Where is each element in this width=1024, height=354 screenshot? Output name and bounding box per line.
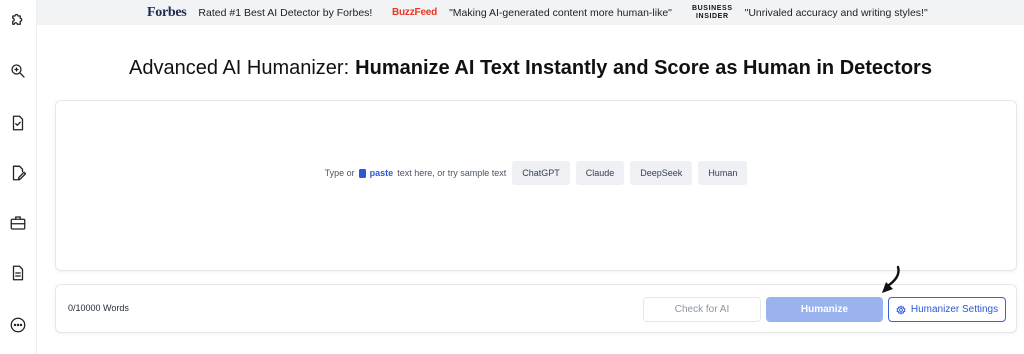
sample-human-button[interactable]: Human [698,161,748,185]
sample-chatgpt-button[interactable]: ChatGPT [512,161,570,185]
humanize-button[interactable]: Humanize [766,297,883,322]
buzzfeed-logo: BuzzFeed [392,7,438,18]
prompt-after: text here, or try sample text [397,168,507,178]
sample-claude-button[interactable]: Claude [575,161,625,185]
check-for-ai-button[interactable]: Check for AI [643,297,761,322]
humanizer-settings-button[interactable]: Humanizer Settings [888,297,1006,322]
more-icon[interactable] [9,316,27,334]
page-title-lead: Advanced AI Humanizer: [129,57,350,79]
word-count: 0/10000 Words [68,303,129,313]
gear-icon [896,304,906,315]
editor-placeholder-row: Type or paste text here, or try sample t… [56,161,1016,185]
action-bar: 0/10000 Words Check for AI Humanize Huma… [55,284,1017,333]
page-title: Advanced AI Humanizer: Humanize AI Text I… [37,57,1024,80]
sidebar [0,0,37,354]
business-insider-quote: "Unrivaled accuracy and writing styles!" [744,6,928,19]
document-lines-icon[interactable] [9,264,27,282]
document-check-icon[interactable] [9,114,27,132]
puzzle-icon[interactable] [9,10,27,28]
press-business-insider: BUSINESS INSIDER "Unrivaled accuracy and… [692,0,928,25]
business-insider-logo: BUSINESS INSIDER [692,5,733,20]
humanizer-settings-label: Humanizer Settings [910,304,999,315]
press-forbes: Forbes Rated #1 Best AI Detector by Forb… [147,0,372,25]
forbes-quote: Rated #1 Best AI Detector by Forbes! [198,6,373,19]
pointer-arrow-icon [878,265,904,297]
buzzfeed-quote: "Making AI-generated content more human-… [449,6,672,19]
clipboard-icon [358,168,366,178]
sample-deepseek-button[interactable]: DeepSeek [630,161,693,185]
press-buzzfeed: BuzzFeed "Making AI-generated content mo… [392,0,672,25]
page-title-strong: Humanize AI Text Instantly and Score as … [355,57,932,79]
text-editor[interactable]: Type or paste text here, or try sample t… [55,100,1017,271]
magnifier-icon[interactable] [9,62,27,80]
document-edit-icon[interactable] [9,164,27,182]
paste-label: paste [369,168,394,178]
press-banner: Forbes Rated #1 Best AI Detector by Forb… [37,0,1024,25]
paste-button[interactable]: paste [358,168,394,178]
forbes-logo: Forbes [147,4,187,20]
prompt-before: Type or [324,168,355,178]
briefcase-icon[interactable] [9,214,27,232]
